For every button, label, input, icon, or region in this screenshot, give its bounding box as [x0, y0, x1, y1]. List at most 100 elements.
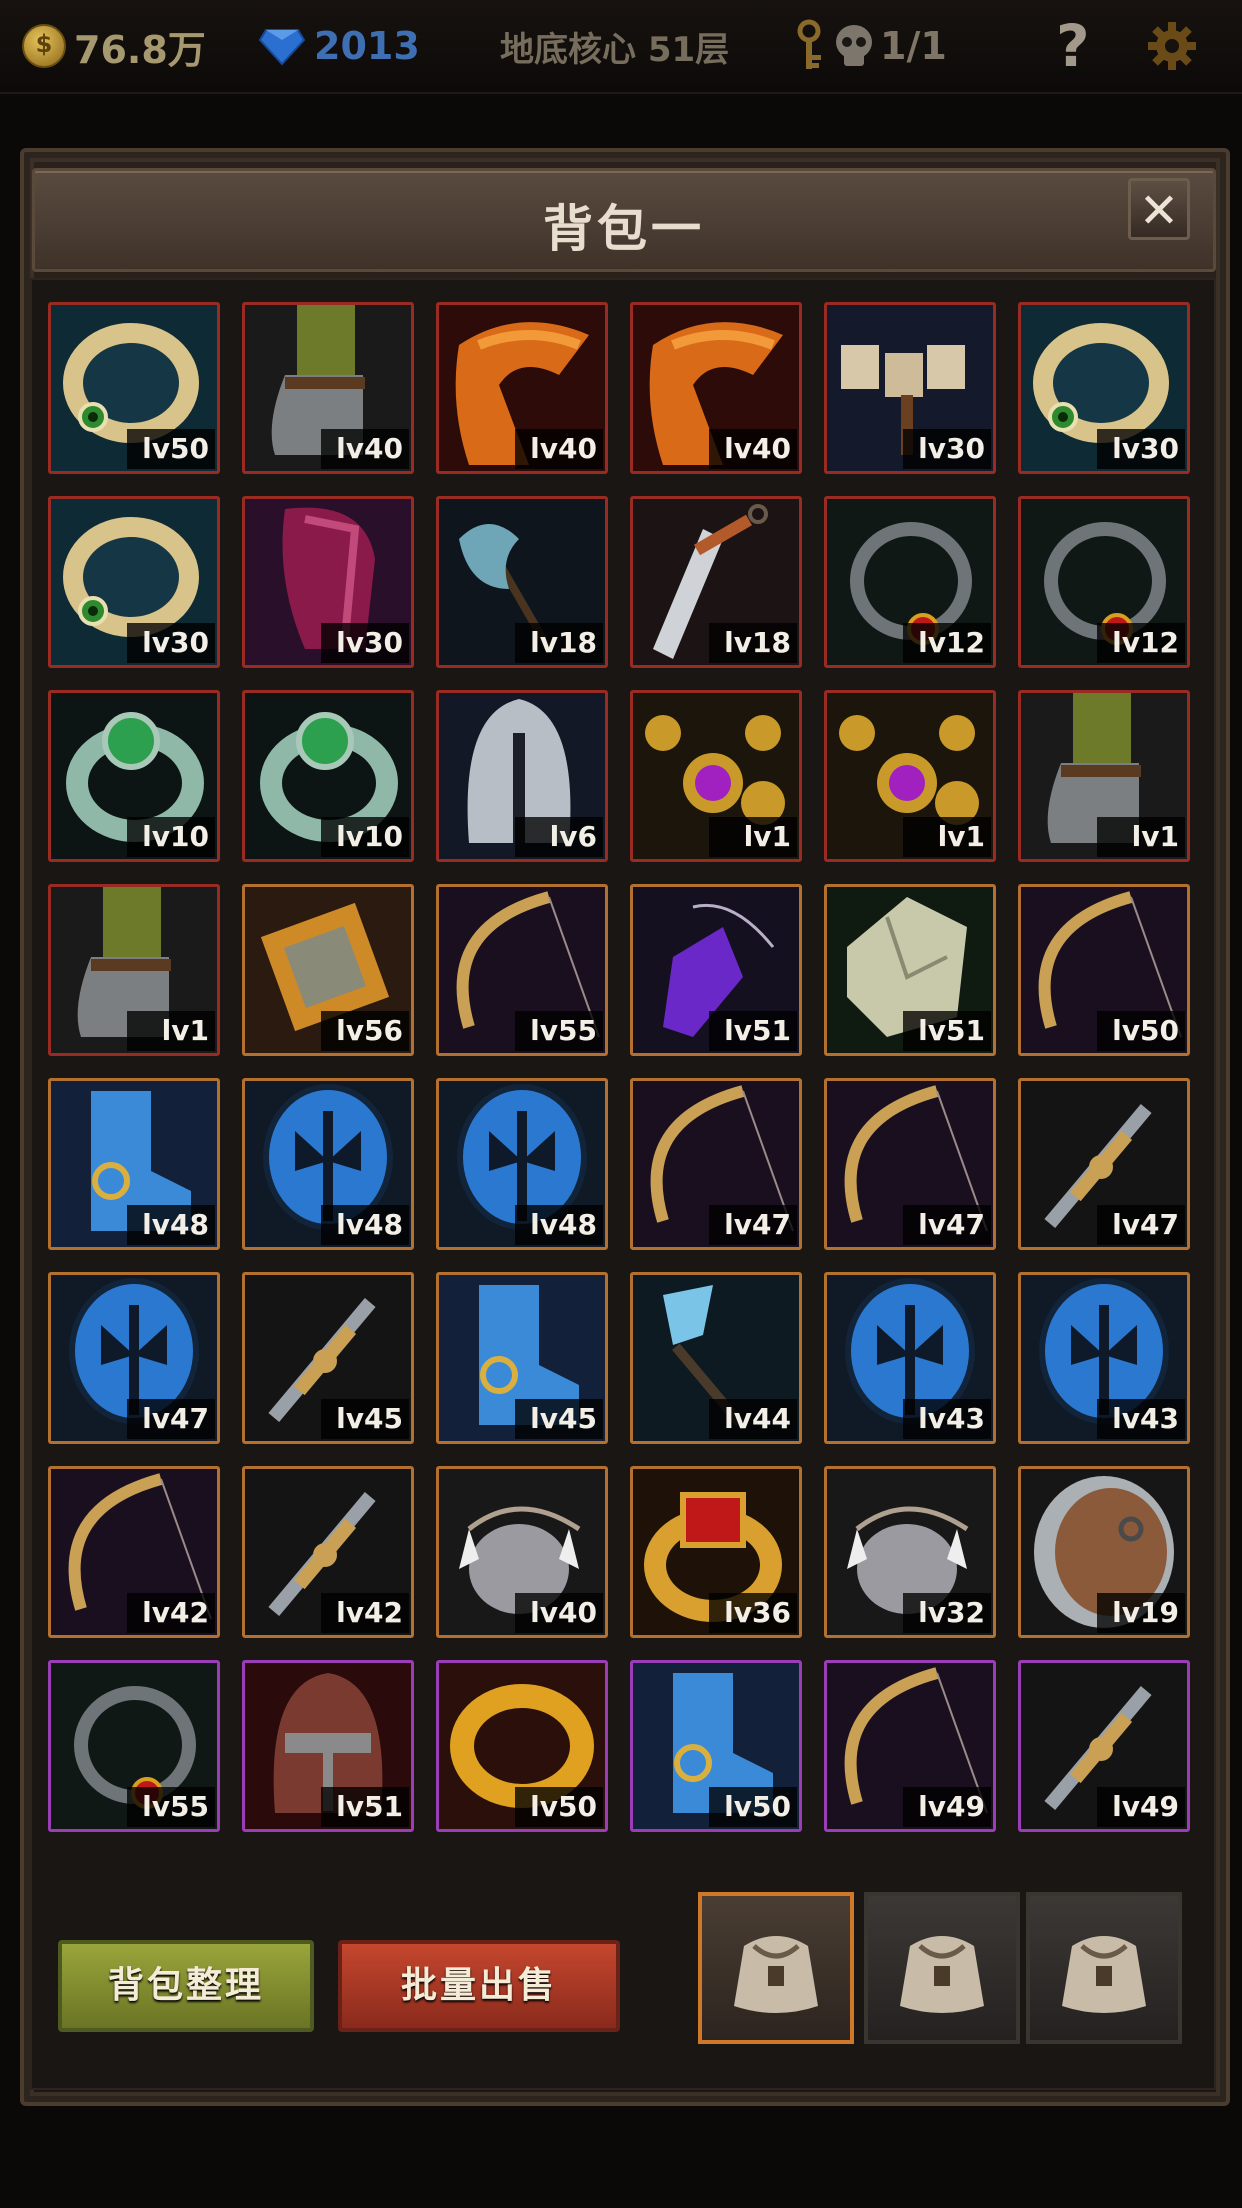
item-level-label: lv49: [1097, 1787, 1185, 1827]
gold-counter: 76.8万: [22, 18, 206, 74]
inventory-slot[interactable]: lv51: [824, 884, 996, 1056]
close-button[interactable]: ✕: [1128, 178, 1190, 240]
item-level-label: lv18: [515, 623, 603, 663]
item-level-label: lv40: [709, 429, 797, 469]
item-level-label: lv50: [1097, 1011, 1185, 1051]
inventory-slot[interactable]: lv42: [242, 1466, 414, 1638]
inventory-slot[interactable]: lv55: [436, 884, 608, 1056]
item-level-label: lv47: [709, 1205, 797, 1245]
item-level-label: lv32: [903, 1593, 991, 1633]
item-level-label: lv48: [127, 1205, 215, 1245]
bag-tab-1[interactable]: [698, 1892, 854, 2044]
item-level-label: lv47: [1097, 1205, 1185, 1245]
inventory-slot[interactable]: lv1: [630, 690, 802, 862]
inventory-slot[interactable]: lv1: [48, 884, 220, 1056]
item-level-label: lv42: [127, 1593, 215, 1633]
item-level-label: lv50: [127, 429, 215, 469]
inventory-slot[interactable]: lv47: [824, 1078, 996, 1250]
item-level-label: lv43: [1097, 1399, 1185, 1439]
item-level-label: lv47: [903, 1205, 991, 1245]
item-level-label: lv40: [515, 429, 603, 469]
backpack-title: 背包一: [543, 200, 705, 258]
help-button[interactable]: ?: [1056, 12, 1090, 80]
inventory-slot[interactable]: lv1: [1018, 690, 1190, 862]
inventory-slot[interactable]: lv30: [242, 496, 414, 668]
inventory-slot[interactable]: lv40: [436, 1466, 608, 1638]
inventory-slot[interactable]: lv56: [242, 884, 414, 1056]
sort-backpack-button[interactable]: 背包整理: [58, 1940, 314, 2032]
item-level-label: lv43: [903, 1399, 991, 1439]
inventory-slot[interactable]: lv50: [1018, 884, 1190, 1056]
inventory-slot[interactable]: lv50: [48, 302, 220, 474]
inventory-slot[interactable]: lv50: [630, 1660, 802, 1832]
inventory-slot[interactable]: lv18: [436, 496, 608, 668]
inventory-slot[interactable]: lv47: [48, 1272, 220, 1444]
inventory-slot[interactable]: lv12: [1018, 496, 1190, 668]
inventory-slot[interactable]: lv40: [630, 302, 802, 474]
inventory-slot[interactable]: lv30: [824, 302, 996, 474]
inventory-slot[interactable]: lv48: [48, 1078, 220, 1250]
item-level-label: lv40: [321, 429, 409, 469]
inventory-slot[interactable]: lv48: [242, 1078, 414, 1250]
bag-icon: [734, 1936, 818, 2013]
inventory-slot[interactable]: lv48: [436, 1078, 608, 1250]
gear-icon: [1148, 22, 1196, 70]
inventory-slot[interactable]: lv49: [1018, 1660, 1190, 1832]
inventory-slot[interactable]: lv47: [1018, 1078, 1190, 1250]
settings-button[interactable]: [1146, 18, 1198, 74]
inventory-slot[interactable]: lv18: [630, 496, 802, 668]
bulk-sell-button[interactable]: 批量出售: [338, 1940, 620, 2032]
item-level-label: lv36: [709, 1593, 797, 1633]
inventory-slot[interactable]: lv40: [436, 302, 608, 474]
item-level-label: lv1: [127, 1011, 215, 1051]
item-level-label: lv55: [515, 1011, 603, 1051]
bag-tab-3[interactable]: [1026, 1892, 1182, 2044]
item-level-label: lv49: [903, 1787, 991, 1827]
inventory-slot[interactable]: lv30: [48, 496, 220, 668]
inventory-slot[interactable]: lv43: [824, 1272, 996, 1444]
inventory-slot[interactable]: lv42: [48, 1466, 220, 1638]
item-level-label: lv30: [321, 623, 409, 663]
item-level-label: lv48: [515, 1205, 603, 1245]
inventory-slot[interactable]: lv10: [242, 690, 414, 862]
inventory-slot[interactable]: lv19: [1018, 1466, 1190, 1638]
inventory-slot[interactable]: lv1: [824, 690, 996, 862]
inventory-slot[interactable]: lv51: [630, 884, 802, 1056]
item-level-label: lv44: [709, 1399, 797, 1439]
inventory-slot[interactable]: lv36: [630, 1466, 802, 1638]
inventory-slot[interactable]: lv43: [1018, 1272, 1190, 1444]
top-status-bar: 76.8万 2013 地底核心 51层 1/1 ?: [0, 0, 1242, 94]
item-level-label: lv40: [515, 1593, 603, 1633]
inventory-slot[interactable]: lv6: [436, 690, 608, 862]
coin-icon: [22, 24, 66, 68]
item-level-label: lv48: [321, 1205, 409, 1245]
item-level-label: lv30: [127, 623, 215, 663]
inventory-slot[interactable]: lv30: [1018, 302, 1190, 474]
inventory-slot[interactable]: lv55: [48, 1660, 220, 1832]
inventory-slot[interactable]: lv44: [630, 1272, 802, 1444]
close-icon: ✕: [1138, 183, 1180, 239]
inventory-slot[interactable]: lv40: [242, 302, 414, 474]
bag-icon: [900, 1936, 984, 2013]
item-level-label: lv1: [903, 817, 991, 857]
item-level-label: lv50: [515, 1787, 603, 1827]
gem-amount: 2013: [314, 24, 420, 68]
inventory-slot[interactable]: lv45: [242, 1272, 414, 1444]
item-level-label: lv19: [1097, 1593, 1185, 1633]
item-level-label: lv56: [321, 1011, 409, 1051]
item-level-label: lv50: [709, 1787, 797, 1827]
dungeon-location: 地底核心 51层: [500, 29, 730, 70]
item-level-label: lv12: [1097, 623, 1185, 663]
inventory-slot[interactable]: lv47: [630, 1078, 802, 1250]
inventory-slot[interactable]: lv12: [824, 496, 996, 668]
inventory-slot[interactable]: lv49: [824, 1660, 996, 1832]
item-level-label: lv6: [515, 817, 603, 857]
item-level-label: lv18: [709, 623, 797, 663]
inventory-slot[interactable]: lv50: [436, 1660, 608, 1832]
inventory-slot[interactable]: lv10: [48, 690, 220, 862]
item-level-label: lv10: [321, 817, 409, 857]
bag-tab-2[interactable]: [864, 1892, 1020, 2044]
inventory-slot[interactable]: lv45: [436, 1272, 608, 1444]
inventory-slot[interactable]: lv51: [242, 1660, 414, 1832]
inventory-slot[interactable]: lv32: [824, 1466, 996, 1638]
